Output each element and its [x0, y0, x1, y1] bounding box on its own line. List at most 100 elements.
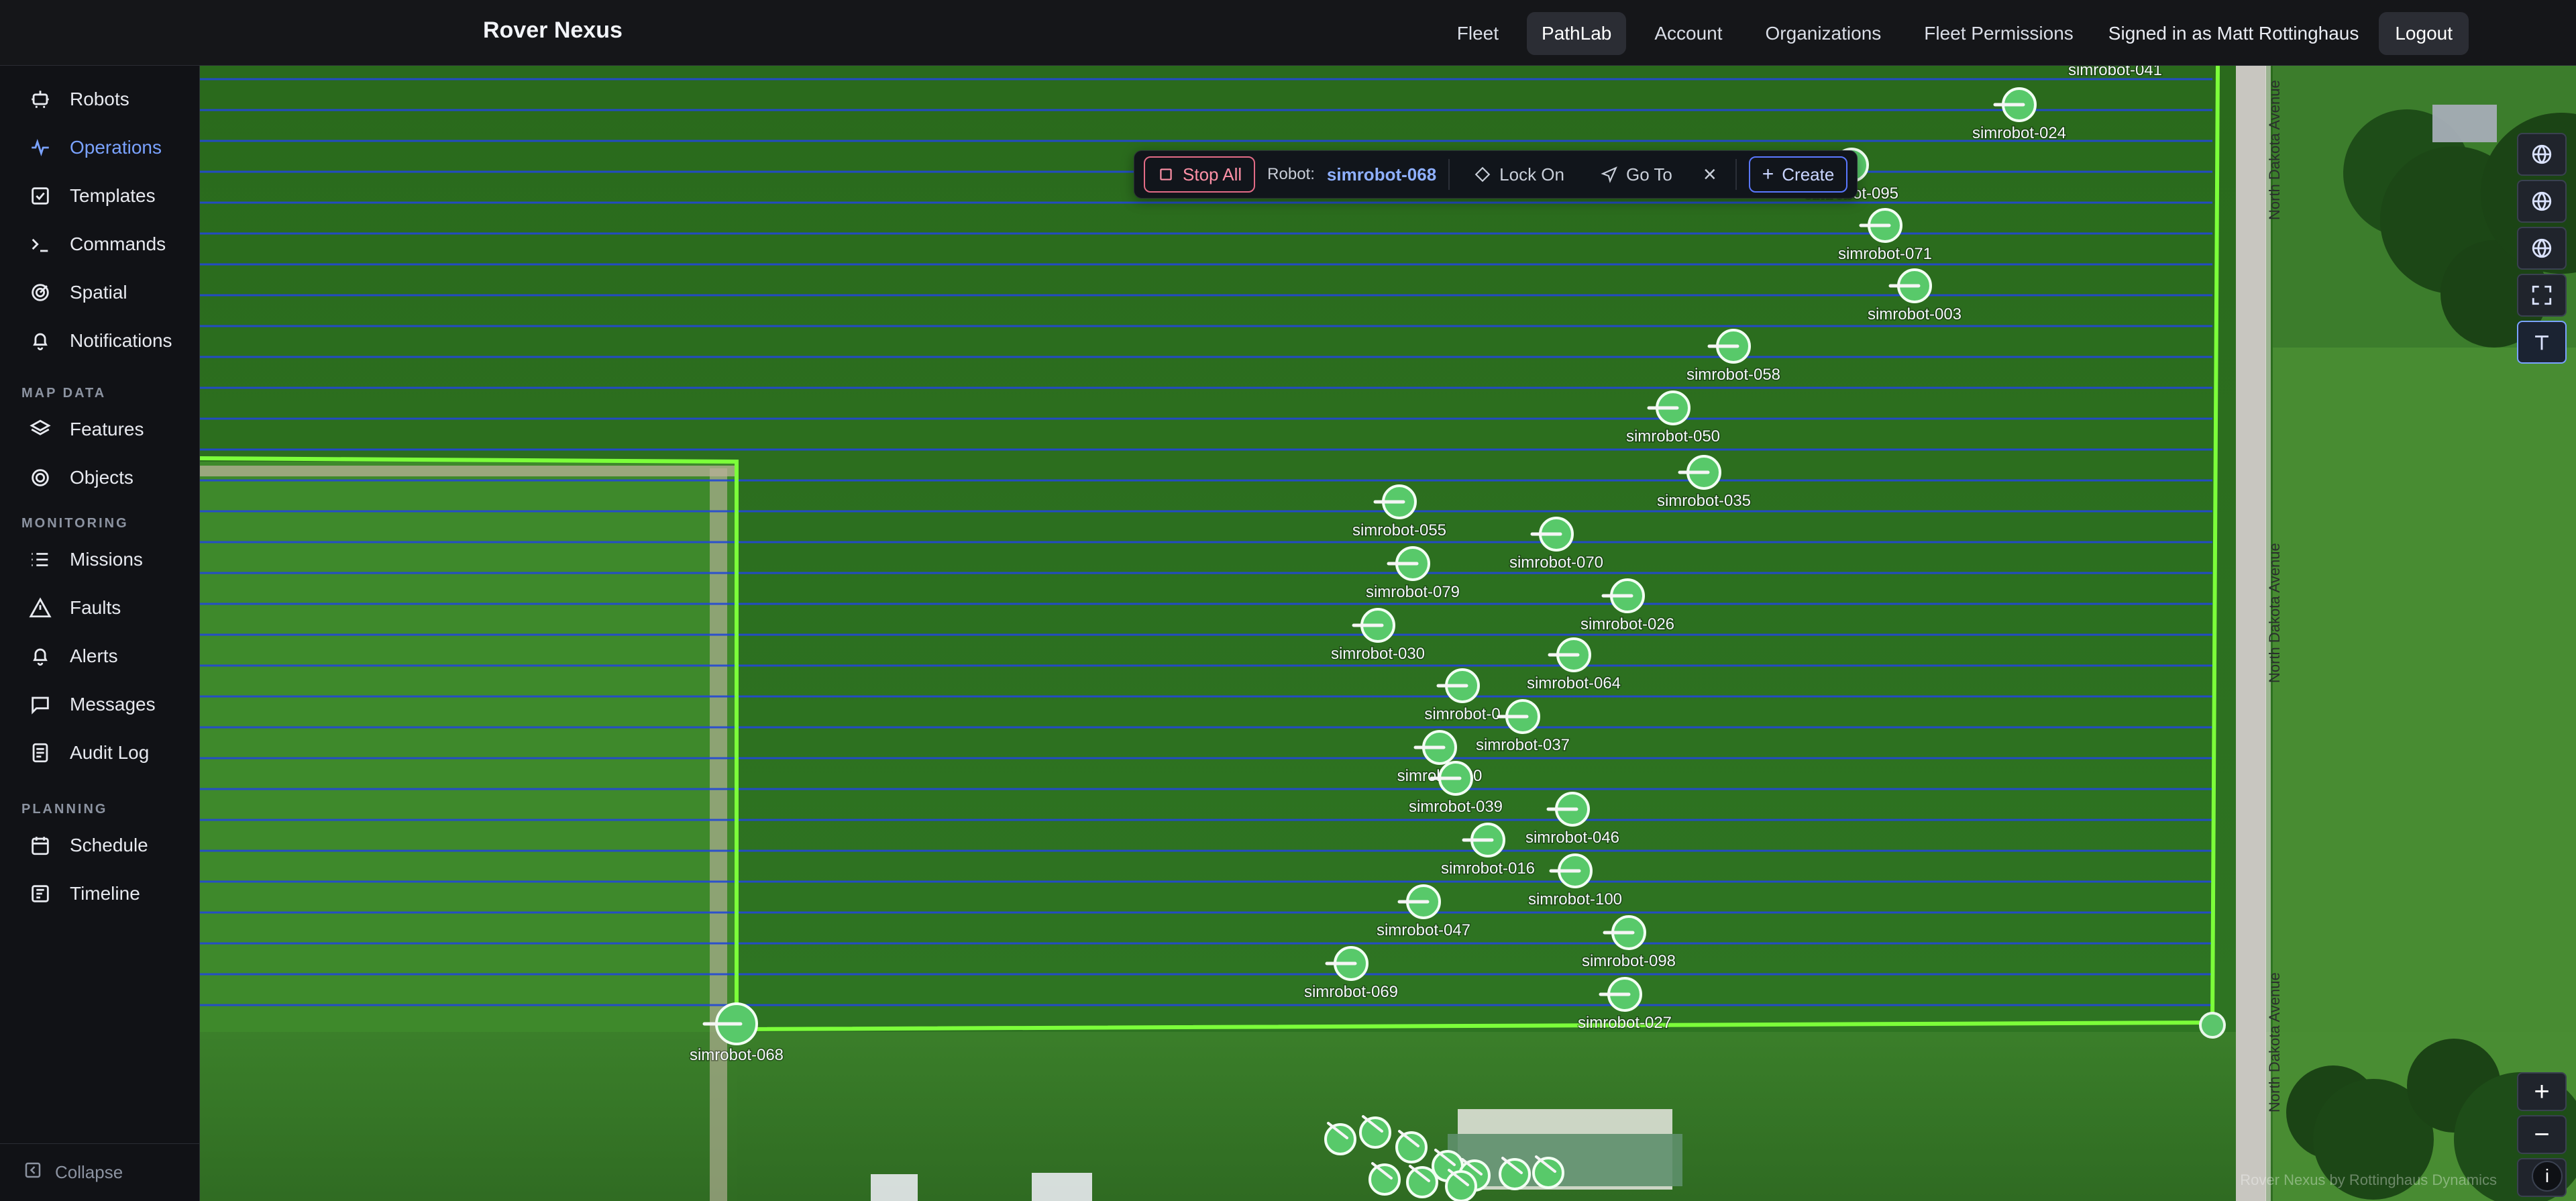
top-bar: Rover Nexus Fleet PathLab Account Organi… — [0, 0, 2576, 66]
robot-label: simrobot-071 — [1838, 245, 1932, 263]
nav-fleet-permissions[interactable]: Fleet Permissions — [1909, 12, 2088, 55]
boundary-handle[interactable] — [2199, 1012, 2226, 1039]
sidebar-item-robots[interactable]: Robots — [0, 75, 200, 123]
sidebar-item-notifications[interactable]: Notifications — [0, 317, 200, 365]
zoom-in-button[interactable]: + — [2517, 1072, 2567, 1111]
fullscreen-button[interactable] — [2517, 274, 2567, 317]
sidebar-item-schedule[interactable]: Schedule — [0, 821, 200, 870]
sidebar-item-label: Timeline — [70, 883, 140, 904]
sidebar-section-planning: PLANNING Schedule Timeline — [0, 797, 200, 918]
chat-icon — [27, 691, 54, 718]
robot-label: simrobot-041 — [2068, 66, 2162, 79]
robot-label: simrobot-026 — [1580, 615, 1674, 633]
nav-organizations[interactable]: Organizations — [1751, 12, 1896, 55]
sidebar-item-missions[interactable]: Missions — [0, 535, 200, 584]
robot-label: simrobot-100 — [1528, 890, 1622, 908]
robot-marker-dot[interactable] — [1359, 1116, 1391, 1149]
info-button[interactable]: i — [2532, 1161, 2563, 1192]
robot-label: simrobot-037 — [1476, 736, 1570, 754]
robot-label: simrobot-069 — [1304, 983, 1398, 1001]
robot-marker-dot[interactable] — [1395, 1131, 1428, 1163]
create-button[interactable]: + Create — [1748, 156, 1848, 193]
text-toggle-button[interactable] — [2517, 321, 2567, 364]
sidebar-item-features[interactable]: Features — [0, 405, 200, 454]
go-to-label: Go To — [1625, 164, 1672, 185]
sidebar-item-messages[interactable]: Messages — [0, 680, 200, 729]
sidebar-item-alerts[interactable]: Alerts — [0, 632, 200, 680]
close-icon: × — [1703, 161, 1717, 187]
section-title: MAP DATA — [21, 385, 107, 401]
signed-in-text: Signed in as Matt Rottinghaus — [2108, 23, 2359, 44]
navigation-icon — [1601, 166, 1618, 183]
robot-marker-dot[interactable] — [1406, 1166, 1438, 1198]
go-to-button[interactable]: Go To — [1589, 156, 1684, 193]
road-label-3: North Dakota Avenue — [2266, 972, 2283, 1112]
robot-label: simrobot-030 — [1331, 645, 1425, 663]
map-view[interactable]: North Dakota Avenue North Dakota Avenue … — [200, 66, 2576, 1201]
brand-title: Rover Nexus — [483, 17, 623, 43]
section-title: PLANNING — [21, 801, 108, 817]
target2-icon — [27, 464, 54, 491]
section-title: MONITORING — [21, 515, 129, 531]
map-attribution: Rover Nexus by Rottinghaus Dynamics — [2240, 1171, 2497, 1188]
info-icon: i — [2544, 1165, 2550, 1186]
bell-icon — [27, 327, 54, 354]
close-button[interactable]: × — [1697, 156, 1723, 193]
robot-marker-dot[interactable] — [1499, 1158, 1531, 1190]
globe-button-3[interactable] — [2517, 227, 2567, 270]
checkbox-icon — [27, 182, 54, 209]
sidebar-item-commands[interactable]: Commands — [0, 220, 200, 268]
robot-label: simrobot-003 — [1868, 305, 1962, 323]
robot-label: simrobot-050 — [1626, 427, 1720, 446]
globe-icon — [2530, 190, 2553, 213]
road — [2236, 66, 2266, 1201]
sidebar-item-label: Alerts — [70, 645, 118, 666]
sidebar-item-objects[interactable]: Objects — [0, 454, 200, 502]
lock-on-label: Lock On — [1499, 164, 1564, 185]
sidebar-collapse[interactable]: Collapse — [0, 1143, 200, 1201]
robot-label: simrobot-079 — [1366, 583, 1460, 601]
sidebar-item-label: Features — [70, 419, 144, 439]
robot-field-label: Robot: — [1267, 165, 1315, 183]
sidebar-item-label: Operations — [70, 137, 162, 158]
robot-label: simrobot-027 — [1578, 1014, 1672, 1032]
globe-button-2[interactable] — [2517, 180, 2567, 223]
sidebar: Robots Operations Templates Commands Spa… — [0, 66, 200, 1201]
logout-button[interactable]: Logout — [2379, 12, 2469, 55]
robot-marker-dot[interactable] — [1532, 1157, 1564, 1189]
text-icon — [2530, 331, 2553, 354]
robot-label: simrobot-068 — [690, 1046, 784, 1064]
nav-pathlab[interactable]: PathLab — [1527, 12, 1627, 55]
robot-label: simrobot-035 — [1657, 492, 1751, 510]
stop-all-button[interactable]: Stop All — [1144, 156, 1256, 193]
robot-marker-dot[interactable] — [1368, 1163, 1401, 1196]
sidebar-item-label: Templates — [70, 185, 156, 206]
sidebar-item-timeline[interactable]: Timeline — [0, 870, 200, 918]
sidebar-item-audit-log[interactable]: Audit Log — [0, 729, 200, 777]
sidebar-item-label: Audit Log — [70, 742, 150, 763]
robot-marker-dot[interactable] — [1445, 1170, 1477, 1201]
robot-icon — [27, 86, 54, 113]
map-svg: North Dakota Avenue North Dakota Avenue … — [200, 66, 2576, 1201]
nav-account[interactable]: Account — [1640, 12, 1737, 55]
sidebar-item-faults[interactable]: Faults — [0, 584, 200, 632]
fullscreen-icon — [2530, 284, 2553, 307]
bell-icon — [27, 643, 54, 670]
sidebar-item-operations[interactable]: Operations — [0, 123, 200, 172]
terminal-icon — [27, 231, 54, 258]
sidebar-item-label: Schedule — [70, 835, 148, 855]
robot-label: simrobot-058 — [1686, 366, 1780, 384]
robot-marker-dot[interactable] — [1324, 1123, 1356, 1155]
lock-on-button[interactable]: Lock On — [1462, 156, 1576, 193]
zoom-out-button[interactable]: − — [2517, 1115, 2567, 1154]
robot-toolbar: Stop All Robot: simrobot-068 Lock On Go … — [1134, 150, 1858, 199]
globe-button-1[interactable] — [2517, 133, 2567, 176]
farm-road — [200, 466, 737, 476]
sidebar-item-spatial[interactable]: Spatial — [0, 268, 200, 317]
map-right-controls — [2517, 133, 2567, 364]
timeline-icon — [27, 880, 54, 907]
sidebar-item-templates[interactable]: Templates — [0, 172, 200, 220]
sidebar-item-label: Commands — [70, 233, 166, 254]
nav-fleet[interactable]: Fleet — [1442, 12, 1513, 55]
robot-selected[interactable]: simrobot-068 — [1327, 164, 1436, 185]
